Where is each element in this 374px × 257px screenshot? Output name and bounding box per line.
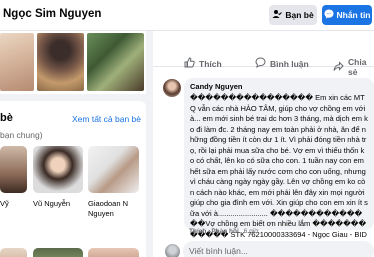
message-button-label: Nhắn tin bbox=[336, 10, 371, 20]
friend-name[interactable]: Vỹ bbox=[0, 199, 30, 209]
photo-thumbnail[interactable] bbox=[0, 33, 34, 91]
friend-name[interactable]: Vũ Nguyễn bbox=[33, 199, 85, 209]
profile-header: Ngọc Sim Nguyen Bạn bè Nhắn tin bbox=[0, 0, 374, 31]
see-all-friends-link[interactable]: Xem tất cả bạn bè bbox=[72, 114, 141, 124]
comment-text: ���������������� Em xin các MTQ vẫn các … bbox=[190, 93, 368, 249]
friend-photo[interactable] bbox=[33, 146, 83, 193]
comment-input[interactable]: Viết bình luận... bbox=[183, 241, 374, 257]
friends-button-label: Bạn bè bbox=[285, 10, 314, 20]
comment-reply-link[interactable]: Phản hồi bbox=[211, 228, 238, 235]
comment-author[interactable]: Candy Nguyen bbox=[190, 82, 368, 92]
mutual-friends-count: bạn chung) bbox=[0, 130, 43, 140]
avatar bbox=[165, 244, 180, 257]
share-button[interactable]: Chia sẻ bbox=[333, 57, 374, 77]
avatar[interactable] bbox=[163, 79, 181, 97]
friend-name[interactable]: Giaodoan N Nguyen bbox=[88, 199, 140, 219]
friend-photo[interactable] bbox=[88, 146, 139, 193]
photo-thumbnail[interactable] bbox=[37, 33, 84, 91]
person-check-icon bbox=[272, 9, 283, 21]
friends-card: bè Xem tất cả bạn bè bạn chung) Vỹ Vũ Ng… bbox=[0, 101, 146, 257]
like-button[interactable]: Thích bbox=[184, 57, 222, 70]
comment-time[interactable]: 6 giờ bbox=[244, 228, 259, 235]
comment-button[interactable]: Bình luận bbox=[255, 57, 309, 70]
friends-title: bè bbox=[0, 112, 13, 124]
post-card: Thích Bình luận Chia sẻ Candy Nguyen ���… bbox=[153, 31, 374, 257]
profile-name: Ngọc Sim Nguyen bbox=[3, 8, 102, 20]
like-label: Thích bbox=[199, 58, 222, 69]
post-actions-bar: Thích Bình luận Chia sẻ bbox=[153, 31, 374, 77]
comment-bubble: Candy Nguyen ���������������� Em xin các… bbox=[184, 78, 374, 249]
comment-like-link[interactable]: Thích bbox=[189, 228, 206, 235]
comment-meta: Thích Phản hồi 6 giờ bbox=[189, 228, 259, 235]
friend-photo[interactable] bbox=[88, 248, 139, 257]
comment-label: Bình luận bbox=[270, 58, 309, 69]
photos-card bbox=[0, 31, 146, 94]
thumbs-up-icon bbox=[184, 57, 195, 70]
share-arrow-icon bbox=[333, 60, 344, 74]
friend-photo[interactable] bbox=[0, 248, 27, 257]
comment-input-placeholder: Viết bình luận... bbox=[189, 246, 248, 256]
message-button[interactable]: Nhắn tin bbox=[322, 5, 372, 25]
messenger-icon bbox=[324, 9, 334, 21]
friend-photo[interactable] bbox=[0, 146, 27, 193]
share-label: Chia sẻ bbox=[348, 57, 367, 77]
friends-button[interactable]: Bạn bè bbox=[269, 5, 317, 25]
photo-thumbnail[interactable] bbox=[87, 33, 144, 91]
friend-photo[interactable] bbox=[33, 248, 83, 257]
comment-bubble-icon bbox=[255, 57, 266, 70]
